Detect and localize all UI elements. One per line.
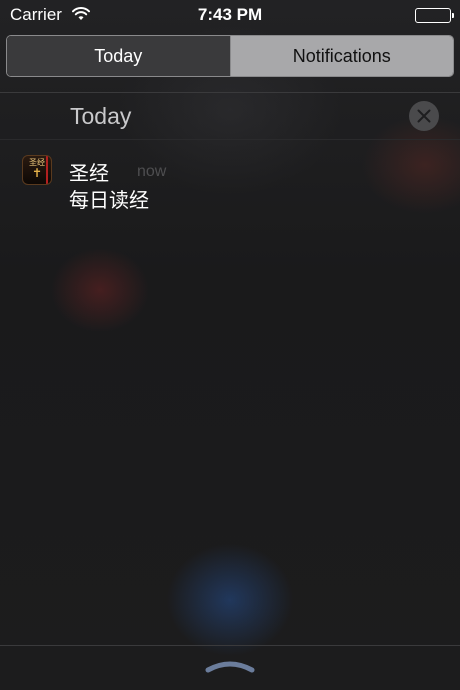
status-bar: Carrier 7:43 PM [0,0,460,30]
bible-app-icon: 圣经 ✝ [22,155,52,185]
notification-center: Carrier 7:43 PM Today Notifications Toda… [0,0,460,690]
battery-nub [451,13,454,18]
section-title: Today [70,103,132,129]
bookmark-ribbon [46,156,48,184]
chevron-up-icon[interactable] [203,656,257,676]
segmented-control: Today Notifications [6,35,454,77]
notification-title: 圣经 [69,161,109,185]
tab-notifications[interactable]: Notifications [230,36,453,76]
notification-time: now [137,163,167,180]
section-header: Today [0,93,460,139]
notification-body: 每日读经 [69,188,149,212]
close-icon [417,109,431,123]
battery-icon [415,8,454,23]
notification-item[interactable]: 圣经 ✝ 圣经 now 每日读经 [0,150,460,220]
tab-today[interactable]: Today [7,36,231,76]
clear-section-button[interactable] [409,101,439,131]
divider [0,139,460,140]
divider [0,645,460,646]
status-time: 7:43 PM [197,5,263,24]
